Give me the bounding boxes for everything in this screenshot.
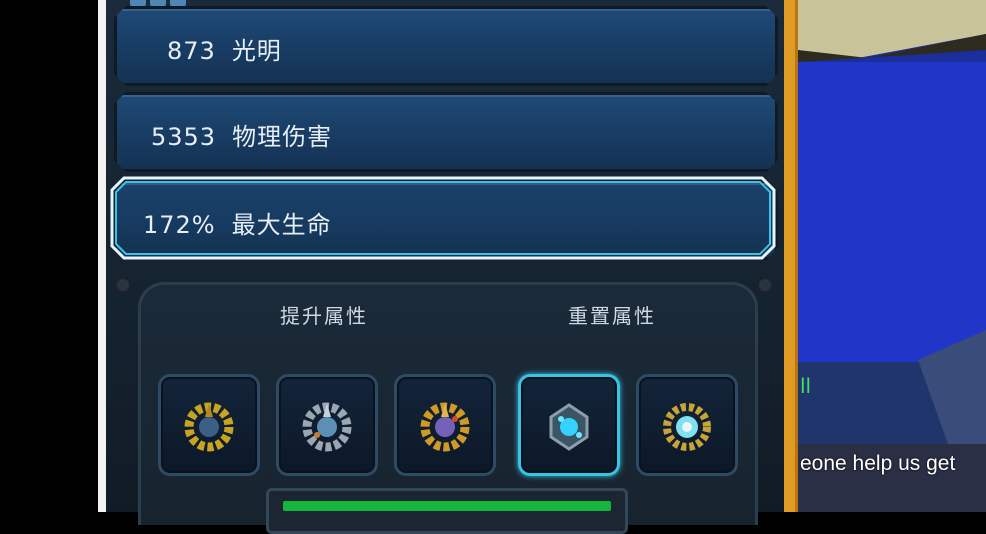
rivet-icon [114, 276, 132, 294]
gem-slot-4[interactable] [518, 374, 620, 476]
stat-value: 5353 [151, 123, 217, 151]
gem-slot-5[interactable] [636, 374, 738, 476]
gem-slot-3[interactable] [394, 374, 496, 476]
stat-name: 物理伤害 [232, 123, 333, 151]
stat-value: 172% [143, 211, 216, 239]
gold-gem-icon [184, 402, 234, 452]
gem-slot-1[interactable] [158, 374, 260, 476]
cyan-gem-icon [549, 403, 589, 451]
stat-name: 光明 [231, 37, 282, 65]
upgrade-attribute-label: 提升属性 [280, 304, 368, 328]
confirm-button[interactable] [266, 488, 628, 534]
green-bar [283, 501, 611, 511]
rivet-icon [756, 276, 774, 294]
stat-value: 873 [167, 37, 216, 65]
game-scene [798, 0, 986, 512]
left-edge-strip [98, 0, 106, 512]
stat-row-physical-damage[interactable]: 5353 物理伤害 [114, 92, 778, 172]
reset-attribute-label: 重置属性 [568, 304, 656, 328]
gem-slot-2[interactable] [276, 374, 378, 476]
chat-message: eone help us get [800, 452, 956, 475]
teal-gold-gem-icon [663, 403, 711, 451]
stat-row-light[interactable]: 873 光明 [114, 6, 778, 86]
scene-backdrop [798, 0, 986, 512]
stat-name: 最大生命 [231, 211, 332, 239]
frame-divider [784, 0, 798, 512]
stat-row-max-life[interactable]: 172% 最大生命 [114, 180, 778, 260]
scene-marker: ll [800, 374, 812, 398]
silver-gem-icon [302, 402, 352, 452]
amber-gem-icon [420, 402, 470, 452]
